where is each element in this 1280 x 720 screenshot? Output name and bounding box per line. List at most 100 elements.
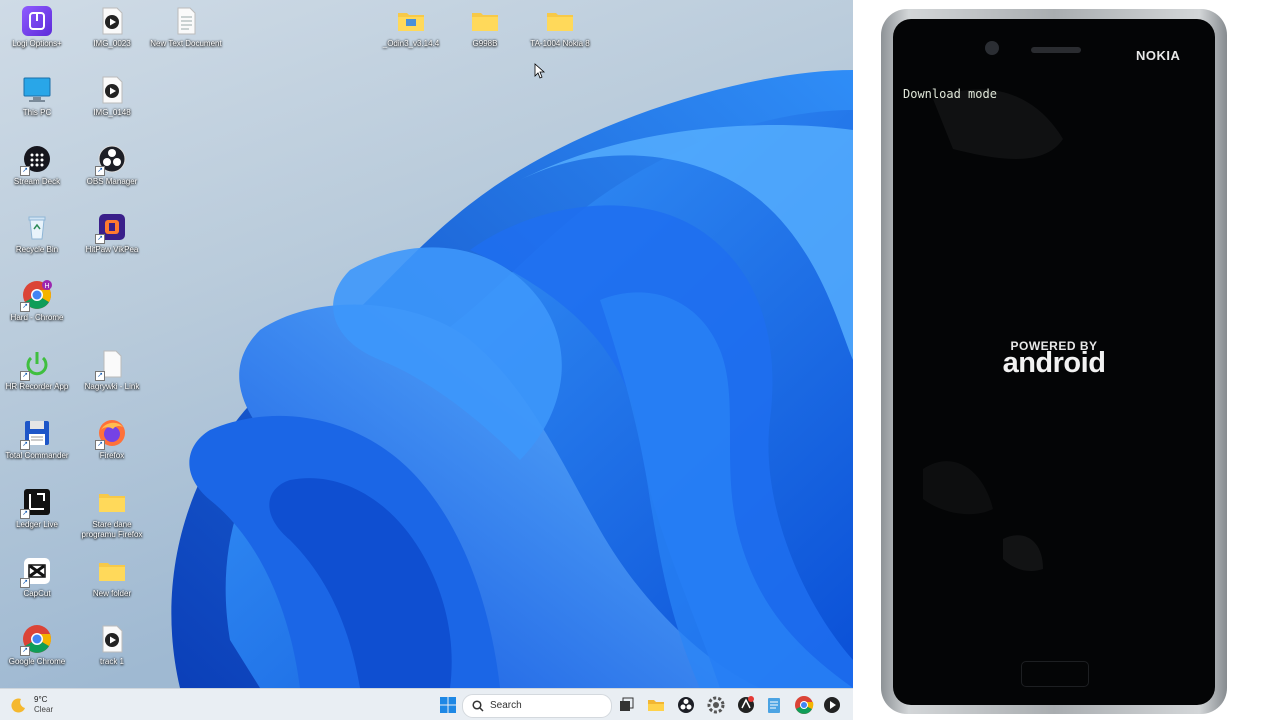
hitpaw-icon: ↗ bbox=[95, 212, 127, 244]
front-camera-icon bbox=[985, 41, 999, 55]
desktop-icon-google-chrome[interactable]: ↗ Google Chrome bbox=[0, 624, 74, 667]
shortcut-arrow-icon: ↗ bbox=[20, 440, 30, 450]
desktop-icon-recycle-bin[interactable]: Recycle Bin bbox=[0, 212, 74, 255]
desktop-icon-img-0023[interactable]: IMG_0023 bbox=[75, 6, 149, 49]
chrome-icon: ↗ bbox=[20, 624, 52, 656]
desktop-icon-new-text-document[interactable]: New Text Document bbox=[149, 6, 223, 49]
obs-taskbar-button[interactable] bbox=[676, 695, 696, 715]
desktop-icon-label: Stare dane programu Firefox bbox=[81, 520, 143, 539]
shortcut-arrow-icon: ↗ bbox=[20, 578, 30, 588]
settings-button[interactable] bbox=[706, 695, 726, 715]
desktop-icon-ledger-live[interactable]: ↗ Ledger Live bbox=[0, 487, 74, 530]
desktop-icon-track-1[interactable]: track 1 bbox=[75, 624, 149, 667]
desktop-icon-label: Ledger Live bbox=[16, 520, 58, 529]
windows-desktop: Logi Options+ This PC ↗ Stream Deck Recy… bbox=[0, 0, 853, 720]
text-file-icon bbox=[171, 6, 201, 36]
folder-icon bbox=[396, 6, 426, 36]
desktop-icon-capcut[interactable]: ↗ CapCut bbox=[0, 556, 74, 599]
firefox-icon: ↗ bbox=[95, 418, 127, 450]
desktop-icon-label: Logi Options+ bbox=[12, 39, 62, 48]
desktop-icon-hitpaw[interactable]: ↗ HitPaw VikPea bbox=[75, 212, 149, 255]
capcut-icon: ↗ bbox=[20, 556, 52, 588]
desktop-icon-label: Stream Deck bbox=[13, 177, 61, 186]
desktop-icon-label: HitPaw VikPea bbox=[85, 245, 139, 254]
shortcut-arrow-icon: ↗ bbox=[95, 234, 105, 244]
shortcut-arrow-icon: ↗ bbox=[95, 166, 105, 176]
desktop-icon-nagrywki[interactable]: ↗ Nagrywki - Link bbox=[75, 349, 149, 392]
desktop-icon-logi-options[interactable]: Logi Options+ bbox=[0, 6, 74, 49]
desktop-icon-hard-chrome[interactable]: H ↗ Hard - Chrome bbox=[0, 280, 74, 323]
desktop-icon-total-commander[interactable]: ↗ Total Commander bbox=[0, 418, 74, 461]
desktop-icon-label: _Odin3_v3.14.4 bbox=[382, 39, 440, 48]
folder-icon bbox=[97, 487, 127, 517]
brand-logo: NOKIA bbox=[1136, 48, 1181, 63]
task-view-button[interactable] bbox=[616, 695, 636, 715]
nokia-phone: NOKIA Download mode POWERED BY android bbox=[881, 9, 1227, 714]
recycle-bin-icon bbox=[22, 212, 52, 242]
search-icon bbox=[472, 700, 484, 712]
earpiece-speaker bbox=[1031, 47, 1081, 53]
desktop-icon-firefox[interactable]: ↗ Firefox bbox=[75, 418, 149, 461]
monitor-icon bbox=[22, 75, 52, 105]
desktop-icon-label: Nagrywki - Link bbox=[84, 382, 140, 391]
notepad-icon bbox=[768, 698, 780, 713]
desktop-icon-label: TA-1004 Nokia 8 bbox=[530, 39, 590, 48]
desktop-icon-stream-deck[interactable]: ↗ Stream Deck bbox=[0, 144, 74, 187]
taskbar-search-box[interactable]: Search bbox=[462, 694, 612, 718]
shortcut-arrow-icon: ↗ bbox=[95, 440, 105, 450]
obs-icon: ↗ bbox=[95, 144, 127, 176]
download-mode-text: Download mode bbox=[903, 87, 997, 101]
desktop-icon-ta-1004[interactable]: TA-1004 Nokia 8 bbox=[523, 6, 597, 49]
desktop-icon-label: G998B bbox=[472, 39, 498, 48]
desktop-icon-odin3[interactable]: _Odin3_v3.14.4 bbox=[374, 6, 448, 49]
folder-icon bbox=[545, 6, 575, 36]
desktop-icon-label: New Text Document bbox=[150, 39, 222, 48]
desktop-icon-label: CapCut bbox=[23, 589, 51, 598]
folder-icon bbox=[97, 556, 127, 586]
shortcut-arrow-icon: ↗ bbox=[95, 371, 105, 381]
shortcut-arrow-icon: ↗ bbox=[20, 509, 30, 519]
desktop-icon-label: Google Chrome bbox=[8, 657, 66, 666]
task-view-icon bbox=[620, 697, 634, 711]
start-icon bbox=[440, 697, 456, 713]
power-icon: ↗ bbox=[20, 349, 52, 381]
desktop-icon-g998b[interactable]: G998B bbox=[448, 6, 522, 49]
android-logo-text: android bbox=[1002, 347, 1106, 379]
app-button[interactable] bbox=[736, 695, 756, 715]
weather-condition: Clear bbox=[34, 705, 54, 714]
app-icon bbox=[738, 696, 754, 713]
media-player-button[interactable] bbox=[822, 695, 842, 715]
taskbar: 9°C Clear Search bbox=[0, 688, 853, 720]
logi-icon bbox=[22, 6, 52, 36]
desktop-icon-label: track 1 bbox=[99, 657, 124, 666]
desktop-icon-hr-recorder[interactable]: ↗ HR Recorder App bbox=[0, 349, 74, 392]
chrome-taskbar-button[interactable] bbox=[794, 695, 814, 715]
desktop-icon-label: Recycle Bin bbox=[15, 245, 59, 254]
desktop-icon-stare-dane[interactable]: Stare dane programu Firefox bbox=[75, 487, 149, 540]
file-explorer-button[interactable] bbox=[646, 695, 666, 715]
home-button[interactable] bbox=[1021, 661, 1089, 687]
svg-text:H: H bbox=[44, 283, 49, 290]
notepad-button[interactable] bbox=[764, 695, 784, 715]
chrome-icon: H ↗ bbox=[20, 280, 52, 312]
media-player-icon bbox=[824, 697, 840, 713]
video-file-icon bbox=[97, 624, 127, 654]
desktop-icon-obs-manager[interactable]: ↗ OBS Manager bbox=[75, 144, 149, 187]
desktop-icon-label: This PC bbox=[22, 108, 52, 117]
desktop-icon-new-folder[interactable]: New folder bbox=[75, 556, 149, 599]
ledger-icon: ↗ bbox=[20, 487, 52, 519]
desktop-icon-this-pc[interactable]: This PC bbox=[0, 75, 74, 118]
floppy-icon: ↗ bbox=[20, 418, 52, 450]
moon-icon bbox=[11, 698, 25, 713]
desktop-icon-label: New folder bbox=[92, 589, 132, 598]
phone-screen: NOKIA Download mode POWERED BY android bbox=[893, 19, 1215, 705]
desktop-icon-label: Firefox bbox=[99, 451, 125, 460]
start-button[interactable] bbox=[438, 695, 458, 715]
desktop-icon-label: IMG_0023 bbox=[93, 39, 131, 48]
folder-icon bbox=[470, 6, 500, 36]
shortcut-arrow-icon: ↗ bbox=[20, 302, 30, 312]
video-file-icon bbox=[97, 6, 127, 36]
desktop-icon-label: OBS Manager bbox=[86, 177, 138, 186]
desktop-icon-img-0148[interactable]: IMG_0148 bbox=[75, 75, 149, 118]
file-explorer-icon bbox=[648, 700, 664, 711]
